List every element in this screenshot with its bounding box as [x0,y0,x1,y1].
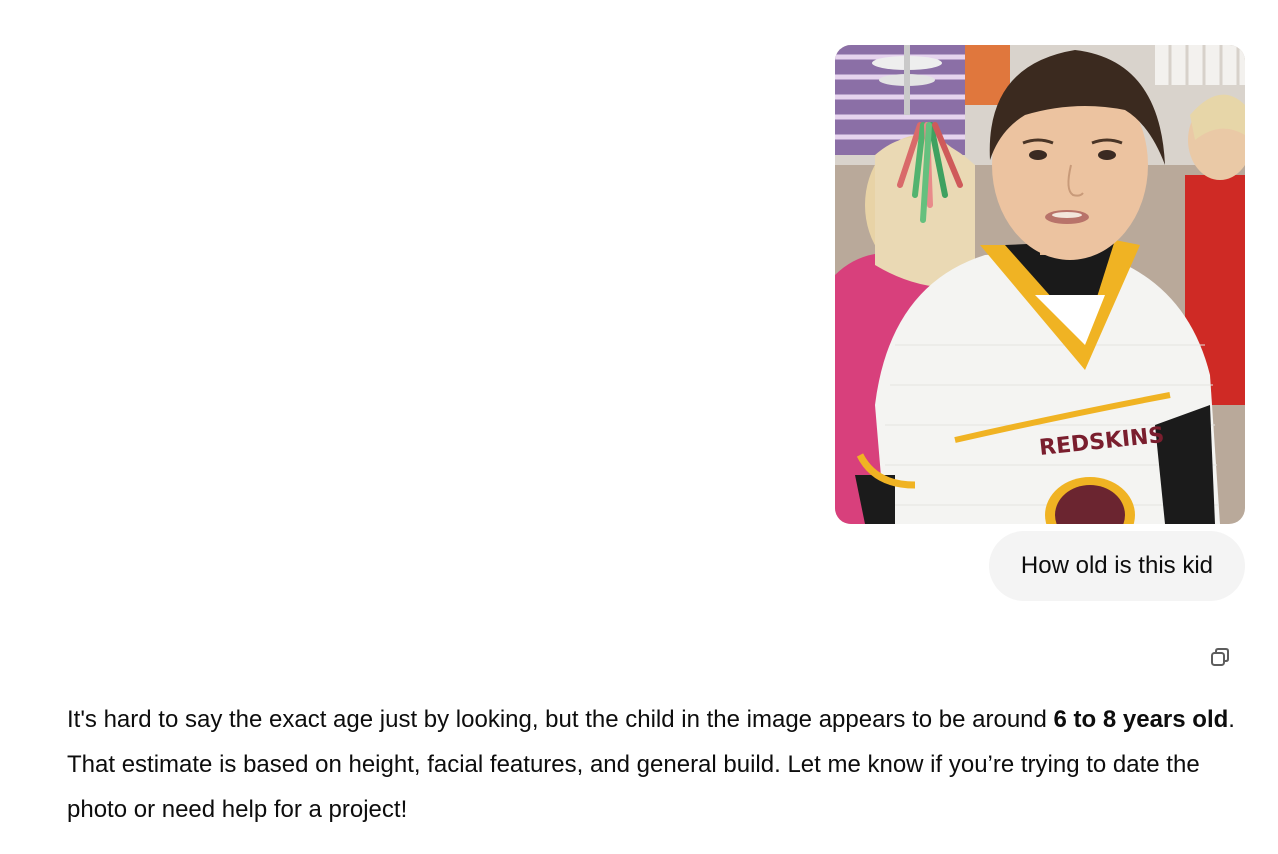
copy-button[interactable] [1204,641,1236,673]
user-uploaded-photo[interactable]: REDSKINS [835,45,1245,524]
assistant-message-text: It's hard to say the exact age just by l… [67,706,1054,733]
assistant-message: It's hard to say the exact age just by l… [67,697,1247,832]
chat-page: REDSKINS How old is this kid It's hard t… [0,0,1278,854]
user-message-bubble: How old is this kid [988,531,1245,601]
user-message-text: How old is this kid [1020,552,1213,579]
copy-icon [1211,648,1229,666]
photo-of-child: REDSKINS [835,45,1245,524]
age-estimate-bold: 6 to 8 years old [1053,706,1229,733]
